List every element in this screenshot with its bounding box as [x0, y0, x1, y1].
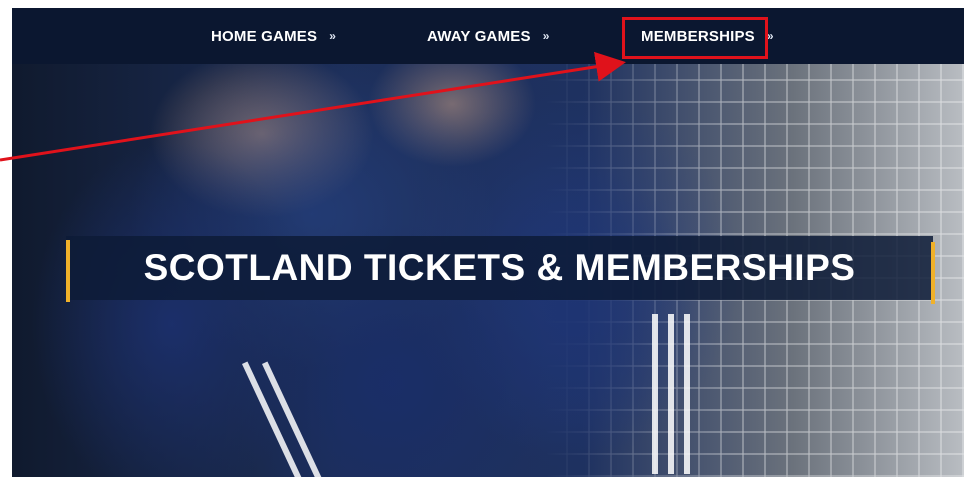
kit-stripe	[652, 314, 658, 474]
hero-image: SCOTLAND TICKETS & MEMBERSHIPS	[12, 64, 964, 477]
top-navigation: HOME GAMES » AWAY GAMES » MEMBERSHIPS »	[12, 8, 964, 64]
nav-away-games-label: AWAY GAMES	[427, 27, 531, 45]
nav-home-games[interactable]: HOME GAMES »	[211, 8, 336, 64]
double-chevron-down-icon: »	[329, 29, 337, 43]
hero-banner: SCOTLAND TICKETS & MEMBERSHIPS	[66, 236, 935, 304]
banner-accent-left	[66, 240, 70, 302]
banner-accent-right	[931, 242, 935, 304]
page-title: SCOTLAND TICKETS & MEMBERSHIPS	[143, 247, 856, 288]
double-chevron-down-icon: »	[542, 29, 550, 43]
kit-stripe	[684, 314, 690, 474]
kit-stripe	[668, 314, 674, 474]
page-frame: SCOTLAND TICKETS & MEMBERSHIPS HOME GAME…	[12, 8, 964, 477]
highlight-box	[622, 17, 768, 59]
nav-home-games-label: HOME GAMES	[211, 27, 318, 45]
nav-away-games[interactable]: AWAY GAMES »	[427, 8, 550, 64]
